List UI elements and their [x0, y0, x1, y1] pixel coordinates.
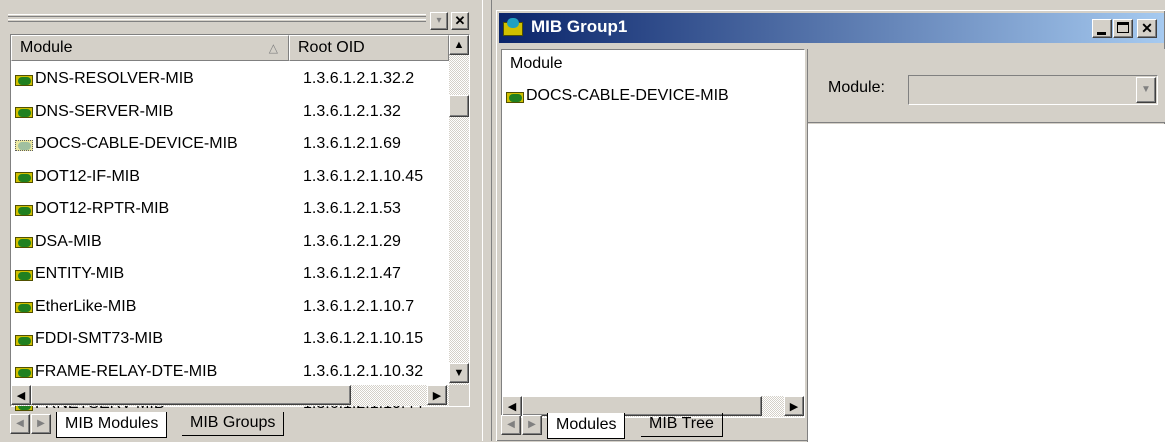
root-oid: 1.3.6.1.2.1.32.2 [303, 70, 415, 88]
module-form-body [808, 124, 1165, 442]
tab-scroll-right-icon[interactable]: ▶ [31, 414, 51, 434]
group-module-list: Module DOCS-CABLE-DEVICE-MIB ◀ ▶ [501, 49, 805, 418]
module-name: DSA-MIB [35, 232, 102, 250]
column-header-module[interactable]: Module △ [11, 35, 289, 61]
scroll-down-arrow-icon[interactable]: ▼ [449, 363, 469, 383]
panel-close-button[interactable]: ✕ [451, 12, 469, 30]
module-name: DNS-RESOLVER-MIB [35, 70, 194, 88]
title-bar[interactable]: MIB Group1 ✕ [499, 13, 1164, 43]
table-row[interactable]: DSA-MIB 1.3.6.1.2.1.29 [11, 226, 449, 259]
module-form: Module: ▼ [807, 49, 1165, 442]
window-title: MIB Group1 [531, 17, 628, 36]
root-oid: 1.3.6.1.2.1.10.15 [303, 330, 424, 348]
module-label: Module: [828, 79, 885, 96]
folder-icon [15, 333, 33, 346]
horizontal-scrollbar[interactable]: ◀ ▶ [11, 385, 469, 406]
folder-dotted-icon [15, 138, 33, 151]
h-scroll-thumb[interactable] [31, 385, 351, 405]
tab-mib-modules[interactable]: MIB Modules [56, 412, 168, 438]
module-name: DOT12-RPTR-MIB [35, 200, 170, 218]
module-rows: DNS-RESOLVER-MIB 1.3.6.1.2.1.32.2 DNS-SERV… [11, 63, 449, 421]
module-name: EtherLike-MIB [35, 297, 137, 315]
maximize-button[interactable] [1113, 19, 1133, 38]
mib-group-window: MIB Group1 ✕ Module DOCS-CABLE-DEVICE-MI… [496, 10, 1165, 442]
module-name: FDDI-SMT73-MIB [35, 330, 163, 348]
window-app-icon [503, 18, 525, 38]
folder-icon [15, 300, 33, 314]
folder-icon [15, 268, 33, 281]
splitter[interactable] [482, 0, 492, 441]
sort-arrow-icon: △ [268, 41, 278, 55]
folder-icon [15, 105, 33, 119]
module-dropdown-button[interactable]: ▼ [1136, 77, 1156, 103]
root-oid: 1.3.6.1.2.1.10.45 [303, 167, 424, 185]
tab-mib-groups-label: MIB Groups [190, 414, 276, 431]
folder-icon [15, 170, 33, 184]
minimize-button[interactable] [1092, 19, 1112, 38]
root-oid: 1.3.6.1.2.1.29 [303, 232, 401, 250]
table-row[interactable]: DOCS-CABLE-DEVICE-MIB 1.3.6.1.2.1.69 [11, 128, 449, 161]
column-header-root-oid-label: Root OID [298, 39, 365, 56]
tab-mib-modules-label: MIB Modules [65, 415, 159, 432]
tab-modules[interactable]: Modules [547, 413, 626, 439]
window-tab-scroll-right-icon[interactable]: ▶ [522, 415, 542, 435]
window-tab-strip: ◀ ▶ Modules MIB Tree [501, 413, 805, 439]
tab-scroll-left-icon[interactable]: ◀ [10, 414, 30, 434]
table-row[interactable]: FRAME-RELAY-DTE-MIB 1.3.6.1.2.1.10.32 [11, 356, 449, 389]
root-oid: 1.3.6.1.2.1.53 [303, 200, 401, 218]
module-select[interactable]: ▼ [908, 75, 1158, 105]
folder-icon [15, 365, 33, 379]
table-row[interactable]: EtherLike-MIB 1.3.6.1.2.1.10.7 [11, 291, 449, 324]
module-name: DOCS-CABLE-DEVICE-MIB [35, 135, 238, 153]
scroll-right-arrow-icon[interactable]: ▶ [427, 385, 447, 405]
panel-grip[interactable] [8, 8, 426, 30]
module-name: DNS-SERVER-MIB [35, 102, 174, 120]
column-header-root-oid[interactable]: Root OID [289, 35, 449, 61]
module-list: Module △ Root OID DNS-RESOLVER-MIB 1.3.6.… [10, 34, 470, 412]
left-panel: ▾ ✕ Module △ Root OID DNS-RESOLVER-MIB 1.… [0, 0, 478, 441]
root-oid: 1.3.6.1.2.1.10.7 [303, 297, 415, 315]
maximize-icon [1117, 22, 1129, 33]
minimize-icon [1097, 32, 1106, 35]
folder-icon [15, 73, 33, 86]
folder-icon [506, 90, 524, 103]
list-item-label: DOCS-CABLE-DEVICE-MIB [526, 87, 729, 105]
chevron-down-icon: ▼ [1141, 84, 1151, 95]
table-row[interactable]: ENTITY-MIB 1.3.6.1.2.1.47 [11, 258, 449, 291]
tab-mib-tree[interactable]: MIB Tree [641, 413, 723, 437]
close-icon: ✕ [1141, 20, 1153, 36]
list-item[interactable]: DOCS-CABLE-DEVICE-MIB [502, 80, 729, 113]
tab-mib-tree-label: MIB Tree [649, 415, 714, 432]
table-row[interactable]: DOT12-IF-MIB 1.3.6.1.2.1.10.45 [11, 161, 449, 194]
root-oid: 1.3.6.1.2.1.47 [303, 265, 401, 283]
vertical-scrollbar[interactable]: ▲ ▼ [449, 35, 469, 385]
folder-icon [15, 203, 33, 216]
table-row[interactable]: DOT12-RPTR-MIB 1.3.6.1.2.1.53 [11, 193, 449, 226]
close-button[interactable]: ✕ [1137, 19, 1157, 38]
module-name: FRAME-RELAY-DTE-MIB [35, 362, 218, 380]
module-name: DOT12-IF-MIB [35, 167, 140, 185]
table-row[interactable]: DNS-SERVER-MIB 1.3.6.1.2.1.32 [11, 96, 449, 129]
left-tab-strip: ◀ ▶ MIB Modules MIB Groups [10, 412, 470, 438]
panel-pin-button[interactable]: ▾ [430, 12, 448, 30]
module-name: ENTITY-MIB [35, 265, 125, 283]
folder-icon [15, 235, 33, 249]
root-oid: 1.3.6.1.2.1.32 [303, 102, 401, 120]
window-tab-scroll-left-icon[interactable]: ◀ [501, 415, 521, 435]
root-oid: 1.3.6.1.2.1.10.32 [303, 362, 424, 380]
module-form-toolbar: Module: ▼ [808, 49, 1165, 123]
scroll-up-arrow-icon[interactable]: ▲ [449, 35, 469, 55]
group-list-header[interactable]: Module [502, 50, 792, 80]
root-oid: 1.3.6.1.2.1.69 [303, 135, 401, 153]
group-list-header-label: Module [510, 55, 563, 72]
tab-modules-label: Modules [556, 416, 617, 433]
table-row[interactable]: FDDI-SMT73-MIB 1.3.6.1.2.1.10.15 [11, 323, 449, 356]
column-header-module-label: Module [20, 39, 73, 56]
table-row[interactable]: DNS-RESOLVER-MIB 1.3.6.1.2.1.32.2 [11, 63, 449, 96]
tab-mib-groups[interactable]: MIB Groups [182, 412, 285, 436]
scroll-left-arrow-icon[interactable]: ◀ [11, 385, 31, 405]
scroll-thumb[interactable] [449, 95, 469, 117]
